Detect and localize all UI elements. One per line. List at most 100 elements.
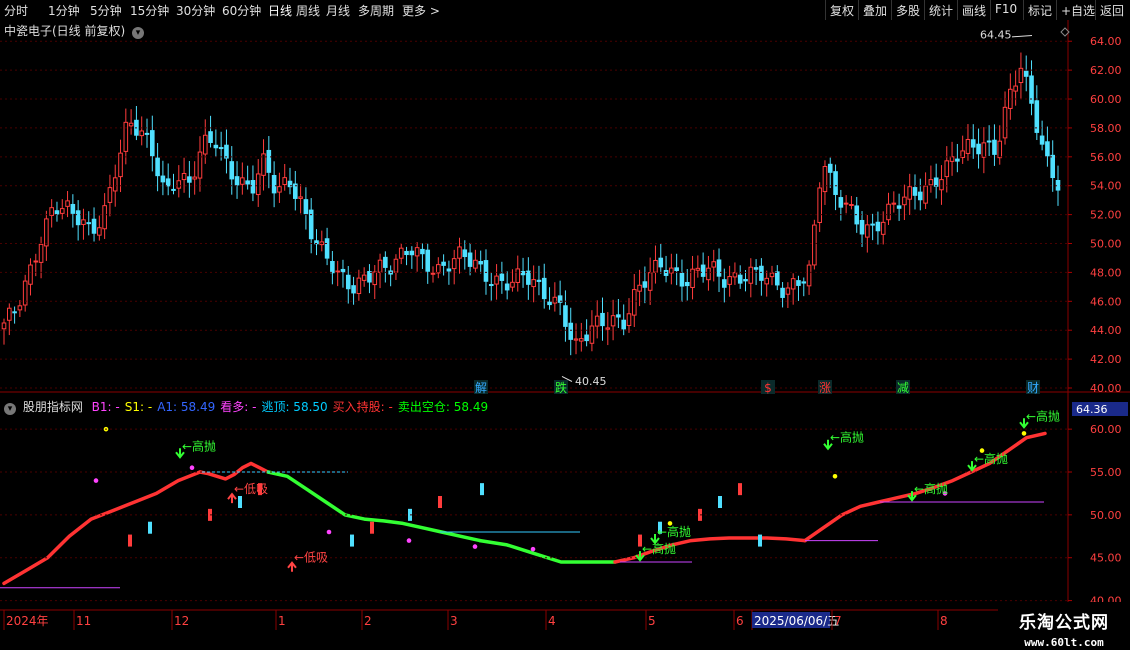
- period-tab-1[interactable]: 1分钟: [48, 2, 80, 19]
- current-value-label: 64.36: [1076, 403, 1108, 416]
- action-button-8[interactable]: 返回: [1100, 2, 1124, 19]
- period-tab-0[interactable]: 分时: [4, 2, 28, 19]
- action-button-2[interactable]: 多股: [896, 2, 920, 19]
- candle-body: [875, 221, 881, 232]
- candle-body: [218, 147, 224, 150]
- candle-body: [955, 158, 960, 162]
- candle-body: [356, 277, 362, 295]
- chevron-down-icon[interactable]: ▾: [132, 27, 145, 39]
- toolbar-separator: [858, 0, 859, 20]
- candle-body: [54, 210, 60, 215]
- action-button-1[interactable]: 叠加: [863, 2, 887, 19]
- period-tab-10[interactable]: 更多 >: [402, 2, 440, 19]
- candle-body: [446, 268, 452, 272]
- period-tab-9[interactable]: 多周期: [358, 2, 394, 19]
- candle-body: [473, 259, 478, 269]
- candle-body: [1, 322, 7, 330]
- candle-body: [462, 249, 468, 258]
- candle-body: [737, 274, 743, 284]
- candle-body: [933, 177, 939, 187]
- period-tab-5[interactable]: 60分钟: [222, 2, 261, 19]
- x-tick-label-5: 3: [450, 614, 458, 628]
- candle-body: [896, 205, 902, 209]
- candle-body: [494, 275, 499, 285]
- signal-dot-2: [189, 465, 195, 471]
- candle-body: [467, 252, 473, 267]
- candle-body: [531, 279, 536, 288]
- candle-body: [917, 191, 923, 201]
- candle-body: [409, 250, 415, 256]
- candle-body: [817, 187, 822, 223]
- action-button-7[interactable]: +自选: [1061, 2, 1095, 19]
- candle-body: [499, 273, 505, 281]
- stock-title: 中瓷电子(日线 前复权): [4, 24, 126, 38]
- action-button-5[interactable]: F10: [995, 2, 1017, 16]
- candle-body: [584, 334, 589, 342]
- candle-body: [923, 185, 928, 204]
- action-button-0[interactable]: 复权: [830, 2, 854, 19]
- candle-body: [160, 175, 166, 183]
- candle-body: [488, 284, 494, 287]
- candle-body: [1002, 106, 1008, 139]
- candle-body: [75, 210, 81, 226]
- main-tick-label-9: 46.00: [1090, 295, 1122, 308]
- candle-body: [822, 166, 828, 193]
- candle-body: [150, 130, 155, 157]
- candle-body: [192, 176, 197, 180]
- candle-body: [324, 238, 330, 259]
- main-tick-label-6: 52.00: [1090, 209, 1122, 222]
- indicator-field-2: A1: 58.49: [157, 400, 216, 414]
- signal-dot-6: [530, 546, 536, 552]
- candle-body: [986, 140, 992, 143]
- candle-body: [716, 259, 722, 277]
- candle-body: [33, 260, 39, 263]
- chevron-down-icon[interactable]: ▾: [4, 403, 16, 415]
- candle-body: [605, 327, 611, 330]
- indicator-field-1: S1: -: [124, 400, 153, 414]
- ind-tick-label-3: 45.00: [1090, 552, 1122, 565]
- toolbar-separator: [825, 0, 826, 20]
- main-tick-label-11: 42.00: [1090, 353, 1122, 366]
- main-tick-label-1: 62.00: [1090, 64, 1122, 77]
- candle-body: [722, 279, 727, 288]
- action-button-6[interactable]: 标记: [1028, 2, 1052, 19]
- period-tab-8[interactable]: 月线: [326, 2, 350, 19]
- low-label: 40.45: [575, 375, 607, 388]
- period-tab-6[interactable]: 日线: [268, 2, 292, 19]
- signal-dot-4: [406, 538, 412, 543]
- candle-body: [526, 270, 531, 285]
- candle-body: [97, 227, 102, 236]
- candle-body: [330, 261, 335, 274]
- main-tick-label-12: 40.00: [1090, 382, 1122, 395]
- indicator-field-0: B1: -: [91, 400, 120, 414]
- action-button-3[interactable]: 统计: [929, 2, 953, 19]
- candle-body: [340, 268, 346, 273]
- period-tab-4[interactable]: 30分钟: [176, 2, 215, 19]
- candle-body: [181, 172, 187, 181]
- candle-body: [351, 285, 356, 294]
- period-tab-3[interactable]: 15分钟: [130, 2, 169, 19]
- candle-body: [250, 180, 256, 194]
- candle-body: [65, 200, 70, 207]
- candle-body: [536, 279, 542, 282]
- candle-body: [202, 134, 208, 155]
- candle-body: [28, 264, 33, 285]
- candle-body: [843, 202, 849, 205]
- indicator-name: 股朋指标网: [22, 400, 83, 414]
- candle-body: [6, 307, 12, 321]
- candle-body: [658, 257, 664, 268]
- candle-body: [128, 122, 134, 127]
- x-tick-label-6: 4: [548, 614, 556, 628]
- candle-body: [600, 312, 605, 327]
- action-button-4[interactable]: 画线: [962, 2, 986, 19]
- annotation-label-5: ←高抛: [830, 430, 864, 445]
- indicator-bar-9: [480, 483, 484, 496]
- candle-body: [1013, 85, 1018, 92]
- period-tab-2[interactable]: 5分钟: [90, 2, 122, 19]
- main-tick-label-4: 56.00: [1090, 151, 1122, 164]
- period-tab-7[interactable]: 周线: [296, 2, 320, 19]
- candle-body: [59, 208, 65, 214]
- candle-body: [541, 277, 547, 300]
- candle-body: [616, 314, 621, 318]
- candle-body: [727, 276, 732, 285]
